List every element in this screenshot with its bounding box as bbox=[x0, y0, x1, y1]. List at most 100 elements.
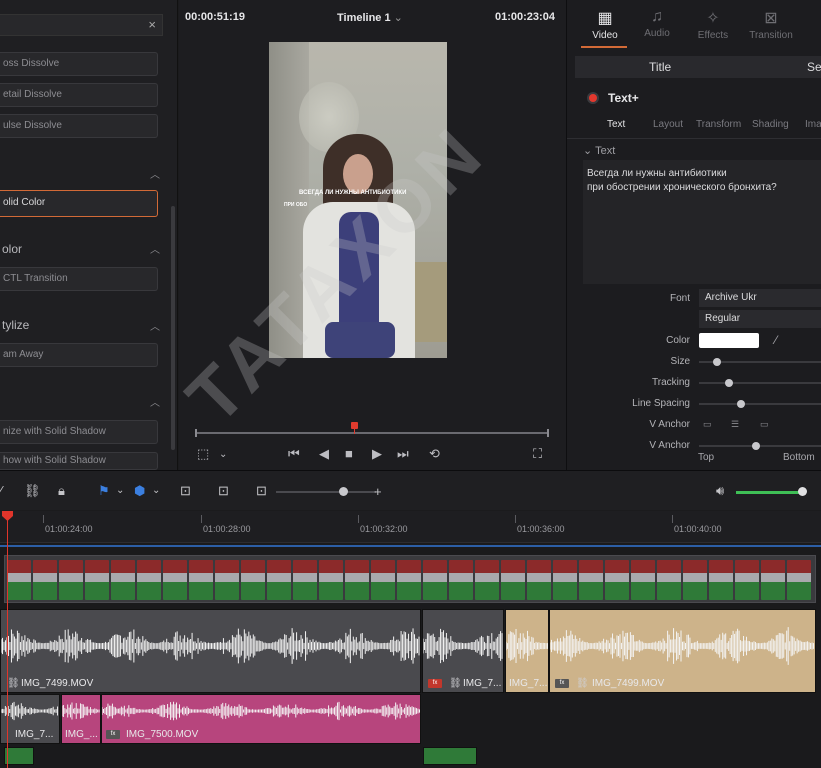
audio-clip[interactable]: fx IMG_7500.MOV bbox=[101, 694, 421, 744]
v-anchor-slider-knob[interactable] bbox=[751, 442, 760, 450]
collapse-section-icon[interactable]: ︿ bbox=[150, 166, 160, 181]
effect-item-pulse-dissolve[interactable]: ulse Dissolve bbox=[0, 114, 158, 138]
anchor-middle-icon[interactable]: ☰ bbox=[731, 419, 739, 430]
zoom-full-icon[interactable]: ⊡ bbox=[180, 483, 191, 499]
clear-search-icon[interactable]: × bbox=[148, 17, 156, 32]
audio-clip[interactable]: fx ⛓ IMG_7... bbox=[422, 609, 504, 693]
font-select[interactable]: Archive Ukr bbox=[699, 289, 821, 307]
chevron-down-icon[interactable]: ⌄ bbox=[152, 485, 160, 496]
clip-name: IMG_7499.MOV bbox=[21, 678, 94, 689]
section-header-color[interactable]: olor bbox=[2, 242, 22, 256]
audio-clip[interactable]: fx ⛓ IMG_7499.MOV bbox=[549, 609, 816, 693]
waveform-path bbox=[1, 628, 420, 664]
play-reverse-icon[interactable]: ◀ bbox=[319, 446, 329, 462]
go-to-end-icon[interactable]: ⏭ bbox=[397, 446, 409, 462]
tab-effects[interactable]: ✧ Effects bbox=[687, 8, 739, 41]
video-frame-thumbnail bbox=[787, 560, 811, 600]
collapse-section-icon[interactable]: ︿ bbox=[150, 318, 160, 333]
effects-scrollbar[interactable] bbox=[171, 206, 175, 450]
link-icon[interactable]: ⛓ bbox=[24, 483, 41, 499]
audio-waveform bbox=[102, 701, 420, 721]
size-slider[interactable] bbox=[699, 358, 821, 366]
crop-icon[interactable]: ⬚ bbox=[197, 446, 209, 462]
v-anchor-slider[interactable] bbox=[699, 442, 821, 450]
tracking-slider-knob[interactable] bbox=[725, 379, 734, 387]
ruler-tick bbox=[515, 515, 516, 523]
zoom-in-icon[interactable]: + bbox=[374, 484, 382, 499]
zoom-slider[interactable] bbox=[276, 491, 376, 493]
effect-item-slam-away[interactable]: am Away bbox=[0, 343, 158, 367]
effect-item-cross-dissolve[interactable]: oss Dissolve bbox=[0, 52, 158, 76]
font-style-select[interactable]: Regular bbox=[699, 310, 821, 328]
video-clip-small[interactable] bbox=[423, 747, 477, 765]
enable-toggle[interactable] bbox=[589, 94, 597, 102]
video-clip-small[interactable] bbox=[4, 747, 34, 765]
line-spacing-slider[interactable] bbox=[699, 400, 821, 408]
tab-shading[interactable]: Shading bbox=[752, 119, 789, 130]
blade-icon[interactable]: ⁄ bbox=[0, 483, 2, 498]
line-spacing-slider-knob[interactable] bbox=[736, 400, 745, 408]
v-anchor-label-2: V Anchor bbox=[649, 440, 690, 451]
marker-icon[interactable]: ⬢ bbox=[134, 483, 145, 499]
video-frame-thumbnail bbox=[631, 560, 655, 600]
audio-clip[interactable]: ⛓ IMG_7499.MOV bbox=[0, 609, 421, 693]
speaker-icon[interactable]: 🔊︎ bbox=[716, 483, 724, 499]
collapse-section-icon[interactable]: ︿ bbox=[150, 241, 160, 256]
anchor-bottom-label: Bottom bbox=[783, 452, 815, 463]
audio-clip[interactable]: IMG_7... bbox=[0, 694, 60, 744]
anchor-bottom-icon[interactable]: ▭ bbox=[760, 419, 769, 430]
audio-clip[interactable]: IMG_... bbox=[61, 694, 101, 744]
chevron-down-icon[interactable]: ⌄ bbox=[219, 449, 227, 460]
size-slider-knob[interactable] bbox=[712, 358, 721, 366]
ruler-label: 01:00:32:00 bbox=[360, 524, 408, 534]
collapse-section-icon[interactable]: ︿ bbox=[150, 394, 160, 409]
loop-icon[interactable]: ⟲ bbox=[429, 446, 440, 462]
effects-search-input[interactable]: × bbox=[0, 14, 163, 36]
subtab-settings[interactable]: Set bbox=[807, 60, 821, 74]
play-icon[interactable]: ▶ bbox=[372, 446, 382, 462]
subtab-title[interactable]: Title bbox=[649, 60, 671, 74]
effect-item-detail-dissolve[interactable]: etail Dissolve bbox=[0, 83, 158, 107]
tab-transform[interactable]: Transform bbox=[696, 119, 741, 130]
video-track-clip[interactable] bbox=[4, 555, 816, 603]
title-text-input[interactable]: Всегда ли нужны антибиотики при обострен… bbox=[583, 160, 821, 284]
audio-clip[interactable]: IMG_7... bbox=[505, 609, 549, 693]
tab-video[interactable]: ▦ Video bbox=[579, 8, 631, 41]
clip-name: IMG_7499.MOV bbox=[592, 678, 665, 689]
timeline-selector[interactable]: Timeline 1 ⌄ bbox=[337, 11, 403, 24]
effect-item-ctl-transition[interactable]: CTL Transition bbox=[0, 267, 158, 291]
effect-item-show-solid-shadow[interactable]: how with Solid Shadow bbox=[0, 452, 158, 470]
v-anchor-label: V Anchor bbox=[649, 419, 690, 430]
effect-item-solid-color[interactable]: olid Color bbox=[0, 190, 158, 217]
timeline-panel[interactable]: 01:00:24:00 01:00:28:00 01:00:32:00 01:0… bbox=[0, 511, 821, 768]
text-section-header[interactable]: ⌄ Text bbox=[583, 144, 615, 157]
section-header-stylize[interactable]: tylize bbox=[2, 318, 29, 332]
chevron-down-icon[interactable]: ⌄ bbox=[116, 485, 124, 496]
flag-icon[interactable]: ⚑ bbox=[98, 483, 110, 499]
tab-image[interactable]: Ima bbox=[805, 119, 821, 130]
video-frame-thumbnail bbox=[501, 560, 525, 600]
eyedropper-icon[interactable]: ⁄ bbox=[775, 333, 777, 347]
timeline-ruler[interactable]: 01:00:24:00 01:00:28:00 01:00:32:00 01:0… bbox=[0, 511, 821, 543]
go-to-start-icon[interactable]: ⏮ bbox=[288, 446, 300, 462]
timeline-playhead[interactable] bbox=[7, 511, 8, 768]
tracking-slider[interactable] bbox=[699, 379, 821, 387]
tab-transition[interactable]: ⊠ Transition bbox=[745, 8, 797, 41]
video-preview[interactable]: ВСЕГДА ЛИ НУЖНЫ АНТИБИОТИКИ ПРИ ОБО bbox=[269, 42, 447, 358]
viewer-scrubber[interactable] bbox=[195, 429, 549, 437]
zoom-slider-knob[interactable] bbox=[339, 487, 348, 496]
zoom-detail-icon[interactable]: ⊡ bbox=[218, 483, 229, 499]
volume-slider-knob[interactable] bbox=[798, 487, 807, 496]
anchor-top-icon[interactable]: ▭ bbox=[703, 419, 712, 430]
tab-layout[interactable]: Layout bbox=[653, 119, 683, 130]
lock-icon[interactable]: 🔒︎ bbox=[58, 483, 65, 499]
tab-transition-label: Transition bbox=[749, 30, 793, 41]
zoom-custom-icon[interactable]: ⊡ bbox=[256, 483, 267, 499]
stop-icon[interactable]: ■ bbox=[345, 446, 353, 461]
volume-slider[interactable] bbox=[736, 491, 804, 494]
color-swatch[interactable] bbox=[699, 333, 759, 348]
tab-audio[interactable]: ♫ Audio bbox=[631, 8, 683, 39]
fullscreen-icon[interactable]: ⛶ bbox=[533, 446, 542, 462]
effect-item-solid-shadow[interactable]: nize with Solid Shadow bbox=[0, 420, 158, 444]
tab-text[interactable]: Text bbox=[607, 119, 625, 130]
